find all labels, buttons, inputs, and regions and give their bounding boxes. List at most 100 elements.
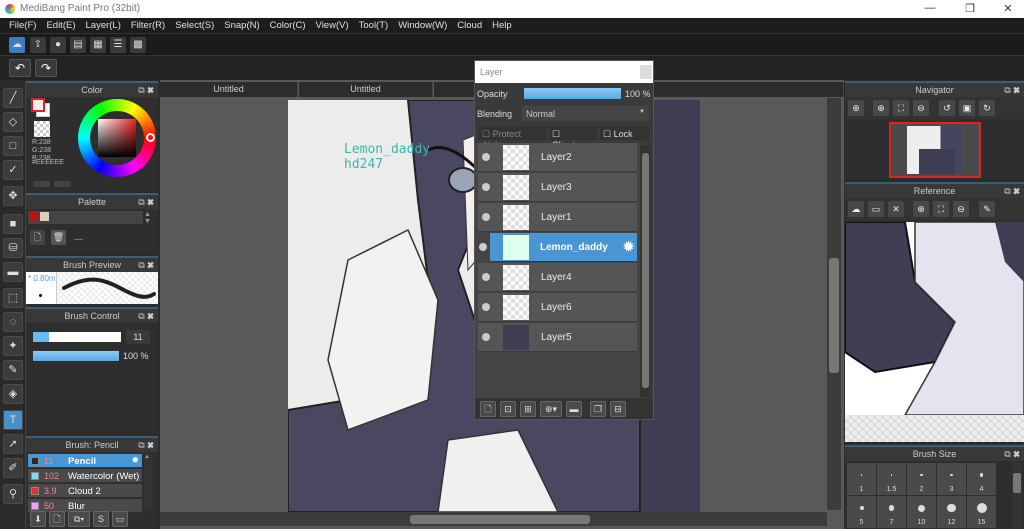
brush-size-value[interactable]: 11 — [126, 330, 150, 344]
blending-select[interactable]: Normal ▼ — [522, 106, 649, 121]
operation-tool-icon[interactable]: ➚ — [3, 434, 23, 454]
layer-list-scrollbar[interactable] — [640, 145, 651, 397]
redo-button[interactable]: ↷ — [35, 59, 57, 77]
brush-tool-icon[interactable]: ╱ — [3, 88, 23, 108]
color-mode-button[interactable] — [33, 181, 50, 187]
layer-row[interactable]: Layer4 — [478, 263, 637, 292]
layer-row[interactable]: Layer1 — [478, 203, 637, 232]
layer-settings-icon[interactable]: ✹ — [623, 239, 634, 255]
dot-tool-icon[interactable]: ✓ — [3, 160, 23, 180]
lasso-tool-icon[interactable]: ◌ — [3, 312, 23, 332]
add-brush-menu-icon[interactable]: ⧉▾ — [68, 511, 90, 527]
navigator-preview[interactable] — [889, 122, 981, 178]
visibility-icon[interactable] — [482, 273, 490, 281]
panel-close-icon[interactable]: ⧉ ✖ — [1004, 184, 1020, 198]
layer-panel-close[interactable] — [640, 65, 652, 79]
menu-layer[interactable]: Layer(L) — [81, 18, 126, 33]
menu-select[interactable]: Select(S) — [170, 18, 219, 33]
text-tool-icon[interactable]: T — [3, 410, 23, 430]
share-icon[interactable]: ⇪ — [30, 37, 46, 53]
visibility-icon[interactable] — [482, 153, 490, 161]
protect-alpha-checkbox[interactable]: ☐ Protect Alpha — [478, 126, 546, 150]
menu-help[interactable]: Help — [487, 18, 517, 33]
eyedropper-icon[interactable]: ✎ — [979, 201, 995, 217]
new-halftone-layer-icon[interactable]: ⊡ — [500, 401, 516, 417]
brush-size-slider[interactable] — [33, 332, 121, 342]
visibility-icon[interactable] — [482, 183, 490, 191]
cloud-icon[interactable]: ☁ — [9, 37, 25, 53]
fit-icon[interactable]: ⛶ — [893, 100, 909, 116]
layer-opacity-slider[interactable] — [524, 88, 621, 99]
divide-tool-icon[interactable]: ✐ — [3, 458, 23, 478]
layer-row[interactable]: Lemon_daddy ✹ — [479, 233, 637, 262]
menu-edit[interactable]: Edit(E) — [41, 18, 80, 33]
comment-icon[interactable]: ● — [50, 37, 66, 53]
hue-handle[interactable] — [146, 133, 155, 142]
brush-size-cell[interactable]: 3 — [937, 463, 966, 495]
eraser-tool-icon[interactable]: ◇ — [3, 112, 23, 132]
visibility-icon[interactable] — [479, 243, 487, 251]
brush-size-cell[interactable]: 10 — [907, 496, 936, 528]
brush-list-item[interactable]: 11 Pencil ✹ — [28, 454, 142, 468]
zoom-out-icon[interactable]: ⊖ — [913, 100, 929, 116]
reset-rotation-icon[interactable]: ▣ — [959, 100, 975, 116]
list-icon[interactable]: ☰ — [110, 37, 126, 53]
close-reference-icon[interactable]: ✕ — [888, 201, 904, 217]
move-tool-icon[interactable]: ✥ — [3, 186, 23, 206]
open-folder-icon[interactable]: ▭ — [868, 201, 884, 217]
brush-folder-icon[interactable]: ▭ — [112, 511, 128, 527]
visibility-icon[interactable] — [482, 213, 490, 221]
delete-palette-icon[interactable]: 🗑 — [51, 230, 66, 245]
brush-size-cell[interactable]: 1.5 — [877, 463, 906, 495]
bucket-tool-icon[interactable]: ⛁ — [3, 238, 23, 258]
gradient-tool-icon[interactable]: ▬ — [3, 262, 23, 282]
palette-swatch[interactable] — [29, 212, 38, 221]
new-folder-icon[interactable]: ▬ — [566, 401, 582, 417]
layer-row[interactable]: Layer6 — [478, 293, 637, 322]
undo-button[interactable]: ↶ — [9, 59, 31, 77]
merge-layer-icon[interactable]: ⊟ — [610, 401, 626, 417]
select-eraser-tool-icon[interactable]: ◈ — [3, 384, 23, 404]
fit-icon[interactable]: ⛶ — [933, 201, 949, 217]
palette-scroll[interactable]: ▲ ▼ — [144, 211, 151, 225]
zoom-in-icon[interactable]: ⊕ — [913, 201, 929, 217]
menu-cloud[interactable]: Cloud — [452, 18, 487, 33]
visibility-icon[interactable] — [482, 303, 490, 311]
select-pen-tool-icon[interactable]: ✎ — [3, 360, 23, 380]
zoom-out-icon[interactable]: ⊖ — [953, 201, 969, 217]
panel-close-icon[interactable]: ⧉ ✖ — [138, 195, 154, 209]
minimize-button[interactable]: — — [920, 2, 940, 14]
eyedropper-tool-icon[interactable]: ⚲ — [3, 484, 23, 504]
brush-opacity-slider[interactable] — [33, 351, 119, 361]
download-brush-icon[interactable]: ⬇ — [30, 511, 46, 527]
eyedropper-button[interactable] — [54, 181, 71, 187]
rotate-right-icon[interactable]: ↻ — [979, 100, 995, 116]
grid-icon[interactable]: ▩ — [130, 37, 146, 53]
menu-file[interactable]: File(F) — [4, 18, 41, 33]
fill-rect-tool-icon[interactable]: ■ — [3, 214, 23, 234]
brush-size-cell[interactable]: 7 — [877, 496, 906, 528]
zoom-actual-icon[interactable]: ⊕ — [848, 100, 864, 116]
layer-row[interactable]: Layer2 — [478, 143, 637, 172]
maximize-button[interactable]: ❐ — [960, 2, 980, 15]
reference-image[interactable] — [845, 222, 1024, 415]
menu-tool[interactable]: Tool(T) — [354, 18, 394, 33]
brush-size-cell[interactable]: 15 — [967, 496, 996, 528]
color-wheel[interactable] — [78, 99, 156, 177]
rotate-left-icon[interactable]: ↺ — [939, 100, 955, 116]
brush-script-icon[interactable]: S — [93, 511, 109, 527]
brush-settings-icon[interactable]: ✹ — [131, 455, 139, 466]
brush-size-cell[interactable]: 1 — [847, 463, 876, 495]
saturation-value-square[interactable] — [98, 119, 136, 157]
brush-size-cell[interactable]: 2 — [907, 463, 936, 495]
tab-untitled-2[interactable]: Untitled — [299, 82, 433, 97]
select-rect-tool-icon[interactable]: ⬚ — [3, 288, 23, 308]
brush-size-cell[interactable]: 4 — [967, 463, 996, 495]
layer-row[interactable]: Layer3 — [478, 173, 637, 202]
cloud-download-icon[interactable]: ☁ — [848, 201, 864, 217]
zoom-in-icon[interactable]: ⊕ — [873, 100, 889, 116]
menu-color[interactable]: Color(C) — [265, 18, 311, 33]
foreground-color-swatch[interactable] — [31, 98, 45, 112]
panel-close-icon[interactable]: ⧉ ✖ — [138, 309, 154, 323]
menu-view[interactable]: View(V) — [311, 18, 354, 33]
